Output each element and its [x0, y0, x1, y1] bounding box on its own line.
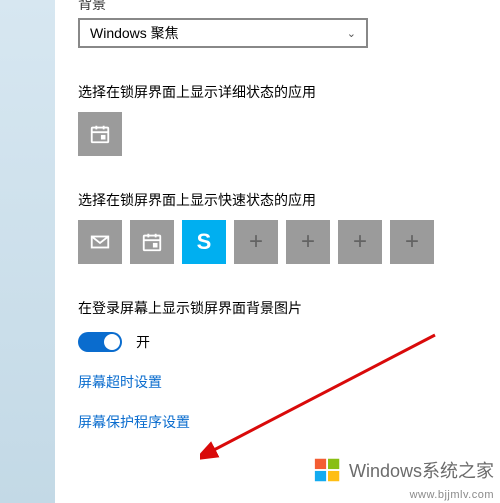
calendar-icon: [89, 123, 111, 145]
quick-status-tile-add[interactable]: +: [390, 220, 434, 264]
background-dropdown-value: Windows 聚焦: [90, 23, 179, 43]
plus-icon: +: [405, 228, 419, 256]
quick-status-tile-add[interactable]: +: [338, 220, 382, 264]
show-background-label: 在登录屏幕上显示锁屏界面背景图片: [78, 298, 480, 318]
chevron-down-icon: ⌄: [347, 27, 356, 40]
plus-icon: +: [353, 228, 367, 256]
quick-status-tile-skype[interactable]: S: [182, 220, 226, 264]
quick-status-tile-add[interactable]: +: [234, 220, 278, 264]
plus-icon: +: [301, 228, 315, 256]
calendar-icon: [141, 231, 163, 253]
settings-sidebar: [0, 0, 55, 503]
toggle-knob: [104, 334, 120, 350]
quick-status-label: 选择在锁屏界面上显示快速状态的应用: [78, 190, 480, 210]
quick-status-tile-add[interactable]: +: [286, 220, 330, 264]
detailed-status-label: 选择在锁屏界面上显示详细状态的应用: [78, 82, 480, 102]
mail-icon: [89, 231, 111, 253]
watermark-text: Windows系统之家: [349, 457, 494, 483]
toggle-state-text: 开: [136, 332, 150, 352]
background-section-label: 背景: [78, 0, 480, 14]
background-dropdown[interactable]: Windows 聚焦 ⌄: [78, 18, 368, 48]
watermark: Windows系统之家: [313, 455, 494, 485]
watermark-url: www.bjjmlv.com: [410, 489, 494, 501]
plus-icon: +: [249, 228, 263, 256]
detailed-status-app-tile[interactable]: [78, 112, 122, 156]
quick-status-tile-mail[interactable]: [78, 220, 122, 264]
screensaver-settings-link[interactable]: 屏幕保护程序设置: [78, 412, 480, 432]
windows-logo-icon: [313, 455, 343, 485]
screen-timeout-link[interactable]: 屏幕超时设置: [78, 372, 480, 392]
skype-icon: S: [197, 229, 212, 255]
quick-status-tiles: S + + + +: [78, 220, 480, 264]
lockscreen-settings-panel: 背景 Windows 聚焦 ⌄ 选择在锁屏界面上显示详细状态的应用 选择在锁屏界…: [78, 0, 500, 432]
quick-status-tile-calendar[interactable]: [130, 220, 174, 264]
show-background-toggle[interactable]: [78, 332, 122, 352]
